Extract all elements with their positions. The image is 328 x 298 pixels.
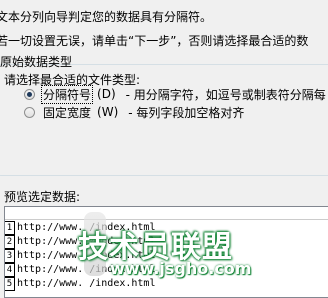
radio-hotkey-fixed-width: (W) xyxy=(97,105,119,119)
preview-label: 预览选定数据: xyxy=(4,190,81,204)
intro-line-1: 文本分列向导判定您的数据具有分隔符。 xyxy=(0,10,213,24)
watermark-url: www.jsgho.com xyxy=(110,259,252,278)
row-number: 1 xyxy=(5,220,15,235)
row-number: 5 xyxy=(5,276,15,291)
intro-line-2: 若一切设置无误，请单击“下一步”，否则请选择最合适的数 xyxy=(0,34,309,48)
radio-desc-delimited: - 用分隔字符，如逗号或制表符分隔每 xyxy=(125,87,326,102)
preview-ruler xyxy=(5,207,328,220)
preview-row: 5 http://www. /index.html xyxy=(5,276,156,291)
row-number: 4 xyxy=(5,262,15,277)
radio-button-fixed-width[interactable] xyxy=(24,106,35,118)
radio-fixed-width[interactable]: 固定宽度 (W) - 每列字段加空格对齐 xyxy=(24,104,244,120)
group-title: 原始数据类型 xyxy=(0,55,73,69)
row-text: http://www. /index.html xyxy=(17,278,156,289)
row-number: 3 xyxy=(5,248,15,263)
radio-hotkey-delimited: (D) xyxy=(97,87,116,101)
radio-delimited[interactable]: 分隔符号 (D) - 用分隔字符，如逗号或制表符分隔每 xyxy=(24,84,326,104)
row-number: 2 xyxy=(5,234,15,249)
radio-label-delimited[interactable]: 分隔符号 xyxy=(41,84,94,104)
radio-label-fixed-width[interactable]: 固定宽度 xyxy=(41,104,93,121)
radio-button-delimited[interactable] xyxy=(24,88,35,100)
radio-desc-fixed-width: - 每列字段加空格对齐 xyxy=(128,105,245,120)
